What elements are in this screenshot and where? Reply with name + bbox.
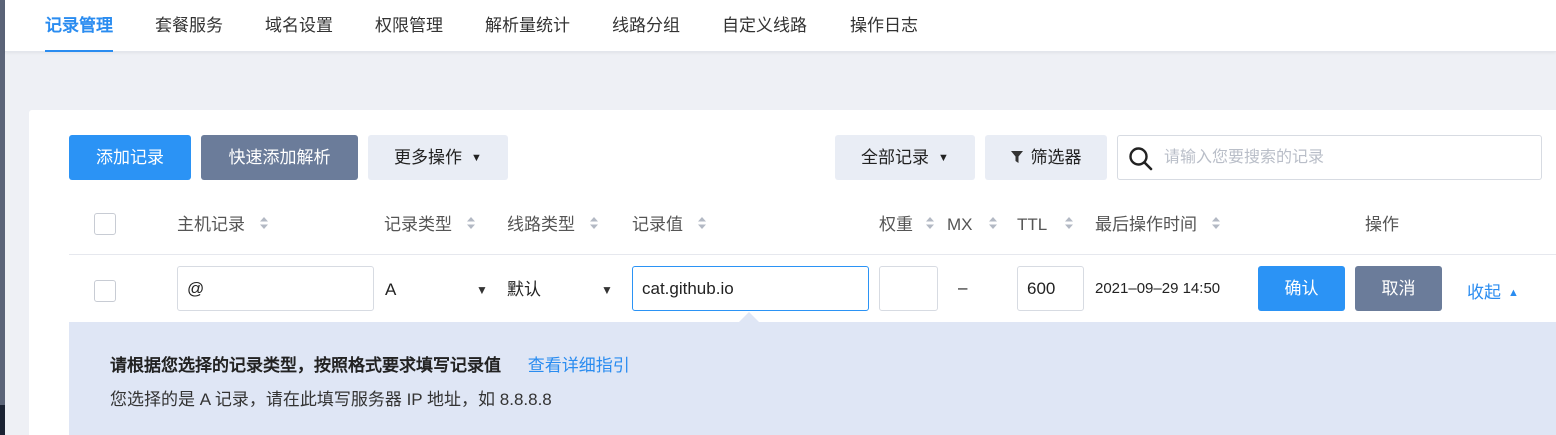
row-checkbox[interactable] <box>94 280 116 302</box>
all-records-label: 全部记录 <box>861 148 930 167</box>
ttl-input[interactable]: 600 <box>1017 266 1084 311</box>
header-mx[interactable]: MX <box>947 213 998 237</box>
sort-icon <box>589 217 598 229</box>
last-modified-time: 2021–09–29 14:50 <box>1095 280 1221 297</box>
filter-button[interactable]: 筛选器 <box>985 135 1107 180</box>
cancel-button[interactable]: 取消 <box>1355 266 1442 311</box>
left-edge-bar <box>0 0 5 435</box>
header-mx-label: MX <box>947 215 973 234</box>
tab-custom-lines[interactable]: 自定义线路 <box>722 0 807 52</box>
tab-domain-settings[interactable]: 域名设置 <box>265 0 333 52</box>
header-divider <box>69 254 1556 255</box>
line-type-caret-icon[interactable]: ▼ <box>601 283 613 297</box>
tab-resolution-stats[interactable]: 解析量统计 <box>485 0 570 52</box>
hint-title-line: 请根据您选择的记录类型，按照格式要求填写记录值 查看详细指引 <box>110 351 630 376</box>
record-value-input[interactable]: cat.github.io <box>632 266 869 311</box>
sort-icon <box>697 217 706 229</box>
caret-down-icon: ▼ <box>938 152 949 164</box>
tab-operation-log[interactable]: 操作日志 <box>850 0 918 52</box>
caret-up-icon: ▲ <box>1508 287 1519 299</box>
select-all-checkbox[interactable] <box>94 213 116 235</box>
left-edge-bottom <box>0 405 5 435</box>
guide-link[interactable]: 查看详细指引 <box>528 356 630 375</box>
header-ttl-label: TTL <box>1017 215 1047 234</box>
header-weight-label: 权重 <box>879 215 913 234</box>
sort-icon <box>1211 217 1220 229</box>
line-type-select[interactable]: 默认 <box>507 278 541 302</box>
tab-permissions[interactable]: 权限管理 <box>375 0 443 52</box>
collapse-link[interactable]: 收起 ▲ <box>1467 278 1519 303</box>
search-icon <box>1129 147 1153 171</box>
tab-line-groups[interactable]: 线路分组 <box>612 0 680 52</box>
header-host-label: 主机记录 <box>177 215 245 234</box>
header-value[interactable]: 记录值 <box>632 213 706 237</box>
weight-input[interactable] <box>879 266 938 311</box>
header-last-modified[interactable]: 最后操作时间 <box>1095 213 1220 237</box>
header-value-label: 记录值 <box>632 215 683 234</box>
hint-message: 您选择的是 A 记录，请在此填写服务器 IP 地址，如 8.8.8.8 <box>110 390 552 409</box>
header-ttl[interactable]: TTL <box>1017 213 1074 237</box>
header-type-label: 记录类型 <box>384 215 452 234</box>
sort-icon <box>259 217 268 229</box>
add-record-button[interactable]: 添加记录 <box>69 135 191 180</box>
confirm-button[interactable]: 确认 <box>1258 266 1345 311</box>
sort-icon <box>925 217 934 229</box>
search-box[interactable] <box>1117 135 1542 180</box>
header-type[interactable]: 记录类型 <box>384 213 475 237</box>
caret-down-icon: ▼ <box>471 152 482 164</box>
record-value-hint-panel: 请根据您选择的记录类型，按照格式要求填写记录值 查看详细指引 您选择的是 A 记… <box>69 322 1556 435</box>
host-input[interactable]: @ <box>177 266 374 311</box>
collapse-label: 收起 <box>1467 283 1501 302</box>
sort-icon <box>466 217 475 229</box>
record-type-caret-icon[interactable]: ▼ <box>476 283 488 297</box>
top-navigation: 记录管理 套餐服务 域名设置 权限管理 解析量统计 线路分组 自定义线路 操作日… <box>5 0 1556 52</box>
more-actions-label: 更多操作 <box>394 148 463 167</box>
filter-icon <box>1010 151 1023 163</box>
sort-icon <box>989 217 998 229</box>
header-host[interactable]: 主机记录 <box>177 213 268 237</box>
record-type-select[interactable]: A <box>385 278 396 302</box>
all-records-dropdown[interactable]: 全部记录 ▼ <box>835 135 975 180</box>
header-line[interactable]: 线路类型 <box>507 213 598 237</box>
mx-value: – <box>958 278 968 297</box>
header-actions: 操作 <box>1365 215 1399 234</box>
tab-package-service[interactable]: 套餐服务 <box>155 0 223 52</box>
header-line-label: 线路类型 <box>507 215 575 234</box>
tab-record-management[interactable]: 记录管理 <box>45 0 113 52</box>
header-last-modified-label: 最后操作时间 <box>1095 215 1197 234</box>
search-input[interactable] <box>1164 144 1524 172</box>
quick-add-button[interactable]: 快速添加解析 <box>201 135 358 180</box>
hint-title: 请根据您选择的记录类型，按照格式要求填写记录值 <box>110 356 501 375</box>
more-actions-button[interactable]: 更多操作 ▼ <box>368 135 508 180</box>
filter-label: 筛选器 <box>1030 148 1082 167</box>
sort-icon <box>1065 217 1074 229</box>
header-weight[interactable]: 权重 <box>879 213 934 237</box>
